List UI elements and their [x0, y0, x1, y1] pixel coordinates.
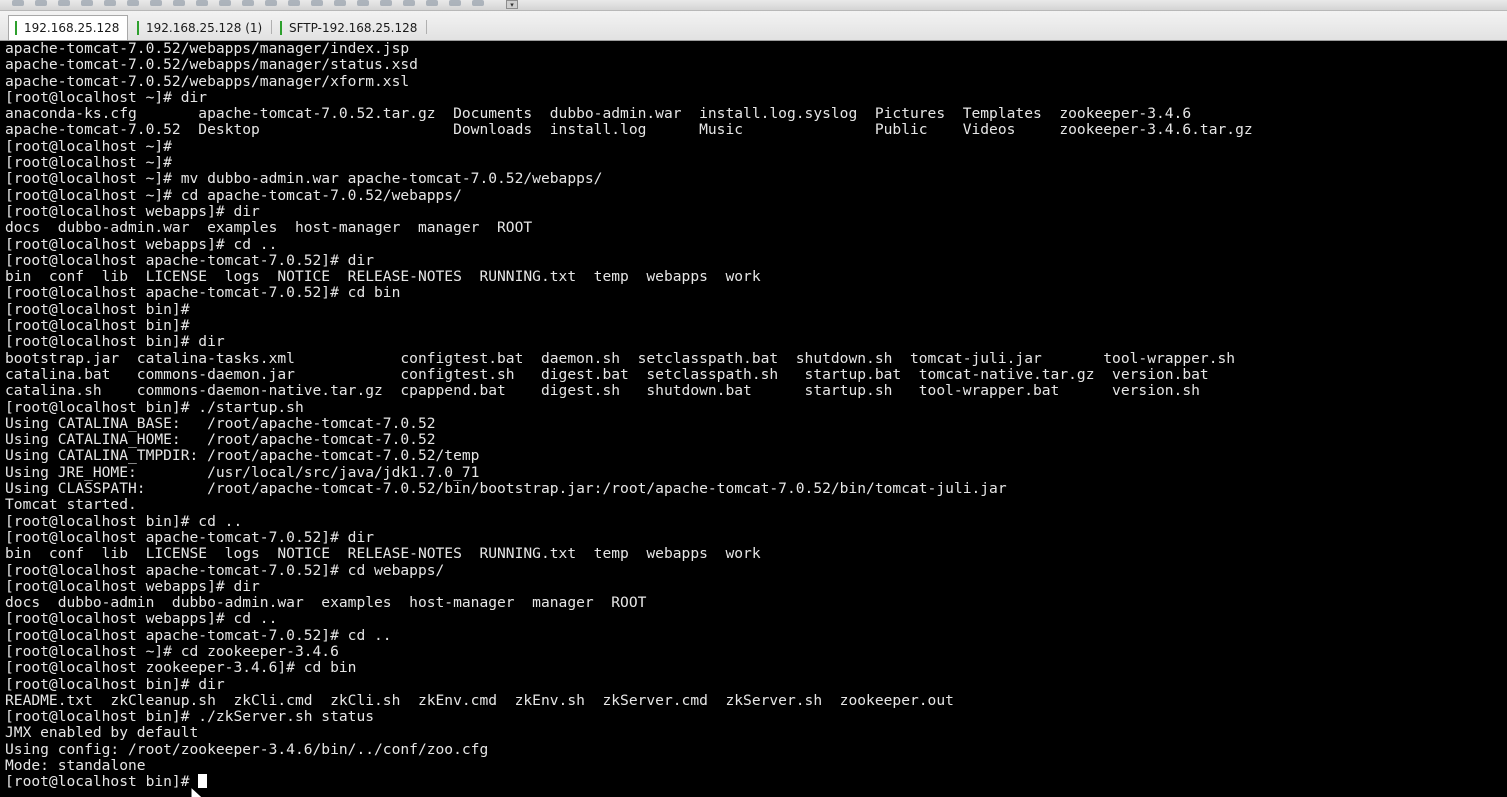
terminal-line: [root@localhost bin]#: [5, 300, 190, 318]
terminal-line: Using CATALINA_TMPDIR: /root/apache-tomc…: [5, 447, 480, 465]
terminal-line: [root@localhost zookeeper-3.4.6]# cd bin: [5, 659, 357, 677]
terminal-line: [root@localhost bin]# ./startup.sh: [5, 398, 304, 416]
terminal-line: catalina.sh commons-daemon-native.tar.gz…: [5, 382, 1200, 400]
terminal-line: [root@localhost apache-tomcat-7.0.52]# d…: [5, 528, 375, 546]
toolbar-icon[interactable]: [127, 0, 139, 6]
toolbar-icon[interactable]: [173, 0, 185, 6]
tab-session-2[interactable]: 192.168.25.128 (1): [131, 15, 273, 40]
session-status-marker: [15, 21, 17, 35]
terminal-line: [root@localhost apache-tomcat-7.0.52]# c…: [5, 561, 445, 579]
terminal-line: [root@localhost bin]#: [5, 317, 190, 335]
toolbar-icon[interactable]: [380, 0, 392, 6]
terminal-output: apache-tomcat-7.0.52/webapps/manager/ind…: [5, 41, 1253, 791]
terminal-line: Using CATALINA_HOME: /root/apache-tomcat…: [5, 431, 436, 449]
terminal-line: apache-tomcat-7.0.52/webapps/manager/xfo…: [5, 72, 410, 90]
terminal-line: [root@localhost bin]# ./zkServer.sh stat…: [5, 708, 375, 726]
toolbar-icon[interactable]: [334, 0, 346, 6]
terminal-prompt: [root@localhost bin]#: [5, 773, 199, 791]
terminal-line: apache-tomcat-7.0.52 Desktop Downloads i…: [5, 121, 1253, 139]
terminal-line: bin conf lib LICENSE logs NOTICE RELEASE…: [5, 545, 761, 563]
session-status-marker: [137, 20, 139, 35]
toolbar-dropdown-button[interactable]: ▾: [506, 0, 518, 9]
toolbar-icon[interactable]: [104, 0, 116, 6]
toolbar-icon[interactable]: [150, 0, 162, 6]
terminal-line: [root@localhost apache-tomcat-7.0.52]# d…: [5, 251, 375, 269]
terminal-line: [root@localhost ~]#: [5, 137, 172, 155]
terminal-line: [root@localhost bin]# cd ..: [5, 512, 243, 530]
terminal-line: Using CLASSPATH: /root/apache-tomcat-7.0…: [5, 480, 1007, 498]
toolbar-icon[interactable]: [288, 0, 300, 6]
terminal-line: README.txt zkCleanup.sh zkCli.cmd zkCli.…: [5, 691, 954, 709]
terminal-line: [root@localhost webapps]# cd ..: [5, 610, 278, 628]
terminal-line: JMX enabled by default: [5, 724, 199, 742]
toolbar-icon[interactable]: [357, 0, 369, 6]
terminal-window[interactable]: apache-tomcat-7.0.52/webapps/manager/ind…: [0, 41, 1507, 797]
terminal-line: apache-tomcat-7.0.52/webapps/manager/ind…: [5, 41, 410, 57]
terminal-line: docs dubbo-admin dubbo-admin.war example…: [5, 594, 647, 612]
toolbar-icon[interactable]: [81, 0, 93, 6]
terminal-line: catalina.bat commons-daemon.jar configte…: [5, 365, 1209, 383]
terminal-line: docs dubbo-admin.war examples host-manag…: [5, 219, 533, 237]
session-status-marker: [280, 20, 282, 35]
terminal-line: [root@localhost ~]# cd apache-tomcat-7.0…: [5, 186, 462, 204]
toolbar: ▾: [0, 0, 1507, 11]
terminal-line: anaconda-ks.cfg apache-tomcat-7.0.52.tar…: [5, 105, 1192, 123]
terminal-line: [root@localhost webapps]# cd ..: [5, 235, 278, 253]
tab-separator: [426, 20, 428, 34]
terminal-line: Using config: /root/zookeeper-3.4.6/bin/…: [5, 740, 489, 758]
terminal-line: [root@localhost ~]# dir: [5, 88, 208, 106]
toolbar-icon[interactable]: [449, 0, 461, 6]
terminal-line: apache-tomcat-7.0.52/webapps/manager/sta…: [5, 56, 418, 74]
terminal-line: Using JRE_HOME: /usr/local/src/java/jdk1…: [5, 463, 480, 481]
tab-label: SFTP-192.168.25.128: [289, 20, 418, 35]
tab-label: 192.168.25.128: [24, 21, 120, 35]
terminal-line: [root@localhost ~]# cd zookeeper-3.4.6: [5, 642, 339, 660]
tab-label: 192.168.25.128 (1): [146, 20, 263, 35]
terminal-line: Using CATALINA_BASE: /root/apache-tomcat…: [5, 414, 436, 432]
terminal-line: bin conf lib LICENSE logs NOTICE RELEASE…: [5, 268, 761, 286]
mouse-pointer-icon: [190, 786, 203, 797]
toolbar-icon[interactable]: [12, 0, 24, 6]
toolbar-icon[interactable]: [219, 0, 231, 6]
toolbar-icon[interactable]: [265, 0, 277, 6]
terminal-line: [root@localhost ~]#: [5, 154, 172, 172]
toolbar-icon[interactable]: [403, 0, 415, 6]
toolbar-icon[interactable]: [35, 0, 47, 6]
toolbar-icon[interactable]: [426, 0, 438, 6]
tab-session-1[interactable]: 192.168.25.128: [8, 15, 129, 40]
toolbar-icon[interactable]: [242, 0, 254, 6]
toolbar-icon[interactable]: [58, 0, 70, 6]
terminal-line: bootstrap.jar catalina-tasks.xml configt…: [5, 349, 1236, 367]
terminal-line: [root@localhost ~]# mv dubbo-admin.war a…: [5, 170, 603, 188]
terminal-line: [root@localhost webapps]# dir: [5, 202, 260, 220]
terminal-line: Mode: standalone: [5, 757, 146, 775]
terminal-line: [root@localhost apache-tomcat-7.0.52]# c…: [5, 284, 401, 302]
terminal-line: [root@localhost bin]# dir: [5, 333, 225, 351]
toolbar-icon[interactable]: [196, 0, 208, 6]
tab-separator: [271, 20, 273, 34]
terminal-line: [root@localhost bin]# dir: [5, 675, 225, 693]
terminal-line: [root@localhost webapps]# dir: [5, 577, 260, 595]
terminal-line: [root@localhost apache-tomcat-7.0.52]# c…: [5, 626, 392, 644]
terminal-line: Tomcat started.: [5, 496, 137, 514]
toolbar-icon[interactable]: [472, 0, 484, 6]
toolbar-icon[interactable]: [311, 0, 323, 6]
tab-sftp[interactable]: SFTP-192.168.25.128: [274, 15, 428, 40]
session-tab-bar: 192.168.25.128 192.168.25.128 (1) SFTP-1…: [0, 11, 1507, 41]
